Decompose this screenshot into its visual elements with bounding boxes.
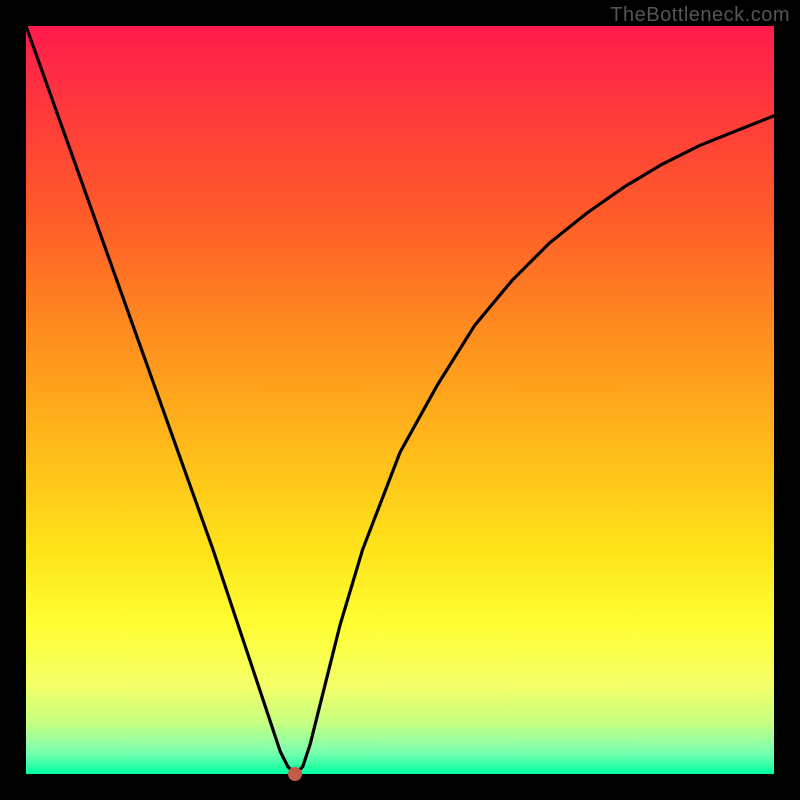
optimum-marker [288, 767, 302, 781]
bottleneck-curve [26, 26, 774, 774]
curve-svg [26, 26, 774, 774]
plot-area [26, 26, 774, 774]
watermark-text: TheBottleneck.com [610, 4, 790, 27]
chart-stage: TheBottleneck.com [0, 0, 800, 800]
